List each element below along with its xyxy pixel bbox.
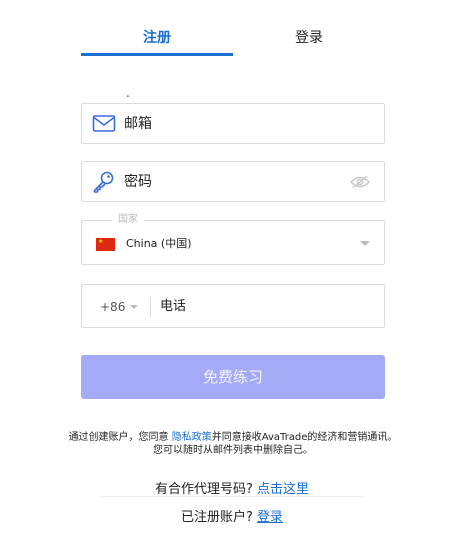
envelope-icon [92, 115, 116, 132]
phone-divider [150, 297, 151, 317]
password-placeholder: 密码 [124, 174, 152, 190]
key-icon [93, 171, 114, 193]
phone-placeholder: 电话 [160, 299, 187, 314]
chevron-down-icon[interactable] [360, 241, 370, 246]
tab-register[interactable]: 注册 [81, 22, 233, 56]
dial-code-select[interactable]: +86 [100, 285, 125, 329]
china-flag-icon: ★ [96, 238, 115, 251]
auth-tabs: 注册 登录 [81, 22, 385, 56]
country-select[interactable]: 国家 ★ China (中国) [81, 213, 385, 265]
free-practice-button[interactable]: 免费练习 [81, 355, 385, 399]
stray-dot: . [126, 86, 130, 100]
eye-icon[interactable] [350, 175, 370, 189]
phone-field[interactable]: +86 电话 [81, 284, 385, 328]
email-field[interactable]: 邮箱 [81, 103, 385, 144]
consent-before: 通过创建账户，您同意 [68, 432, 172, 443]
password-field[interactable]: 密码 [81, 161, 385, 202]
agent-code-link[interactable]: 点击这里 [257, 482, 309, 497]
privacy-policy-link[interactable]: 隐私政策 [172, 432, 212, 443]
country-value: China (中国) [126, 237, 192, 250]
email-placeholder: 邮箱 [124, 116, 152, 132]
tab-login[interactable]: 登录 [233, 22, 385, 56]
agent-code-row: 有合作代理号码? 点击这里 [0, 480, 464, 500]
dial-chevron-down-icon[interactable] [130, 305, 138, 309]
has-account-row: 已注册账户? 登录 [0, 508, 464, 528]
account-question: 已注册账户? [180, 510, 258, 525]
consent-text: 通过创建账户，您同意 隐私政策并同意接收AvaTrade的经济和营销通讯。您可以… [66, 431, 400, 457]
agent-question: 有合作代理号码? [154, 482, 258, 497]
active-tab-indicator [81, 53, 233, 56]
login-link[interactable]: 登录 [257, 510, 283, 525]
